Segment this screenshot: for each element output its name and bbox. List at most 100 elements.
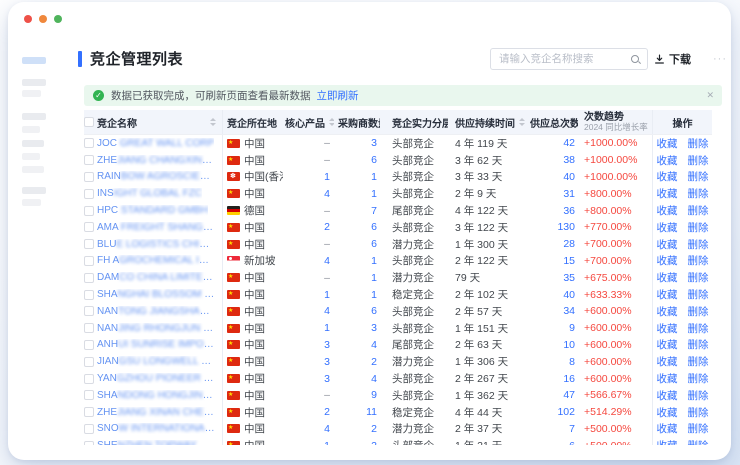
buyers-count-link[interactable]: 1	[334, 185, 380, 202]
sidebar-active-item[interactable]	[22, 57, 46, 64]
sidebar-placeholder-item[interactable]	[22, 90, 41, 97]
supply-total-link[interactable]: 47	[528, 387, 578, 404]
favorite-link[interactable]: 收藏	[652, 337, 683, 352]
company-name-link[interactable]: JIANGSU LONGWELL CHEMICAL ...	[97, 356, 215, 367]
delete-link[interactable]: 删除	[683, 405, 713, 420]
company-name-link[interactable]: RAINBOW AGROSCIENCES TE CO ...	[97, 171, 215, 182]
delete-link[interactable]: 删除	[683, 220, 713, 235]
alert-close-icon[interactable]	[706, 90, 714, 101]
company-name-link[interactable]: ANHUI SUNRISE IMPORT AND EXP...	[97, 339, 215, 350]
row-checkbox[interactable]	[84, 189, 94, 199]
delete-link[interactable]: 删除	[683, 253, 713, 268]
delete-link[interactable]: 删除	[683, 136, 713, 151]
row-checkbox[interactable]	[84, 206, 94, 216]
supply-total-link[interactable]: 38	[528, 152, 578, 169]
buyers-count-link[interactable]: 1	[334, 269, 380, 286]
delete-link[interactable]: 删除	[683, 270, 713, 285]
delete-link[interactable]: 删除	[683, 237, 713, 252]
favorite-link[interactable]: 收藏	[652, 169, 683, 184]
core-products-count[interactable]: 1	[283, 320, 334, 337]
search-input[interactable]	[499, 53, 630, 65]
company-name-link[interactable]: NANTONG JIANGSHAN AGROCHE...	[97, 306, 215, 317]
delete-link[interactable]: 删除	[683, 203, 713, 218]
company-name-link[interactable]: SHANDONG HONGJING LOGITSTI...	[97, 390, 215, 401]
company-name-link[interactable]: ZHEJIANG CHANGXING ZHENGSH...	[97, 155, 215, 166]
company-name-link[interactable]: BLUE LOGISTICS CHINA CO LTD	[97, 239, 215, 250]
sidebar-placeholder-item[interactable]	[22, 126, 40, 133]
core-products-count[interactable]: 1	[283, 437, 334, 445]
row-checkbox[interactable]	[84, 138, 94, 148]
row-checkbox[interactable]	[84, 424, 94, 434]
company-name-link[interactable]: JOC GREAT WALL CORP	[97, 138, 214, 149]
favorite-link[interactable]: 收藏	[652, 388, 683, 403]
buyers-count-link[interactable]: 1	[334, 253, 380, 270]
refresh-now-link[interactable]: 立即刷新	[317, 88, 359, 103]
supply-total-link[interactable]: 34	[528, 303, 578, 320]
favorite-link[interactable]: 收藏	[652, 186, 683, 201]
company-name-link[interactable]: HPC STANDARD GMBH	[97, 205, 208, 216]
company-name-link[interactable]: FH AGROCHEMICAL INTERNATION...	[97, 255, 215, 266]
delete-link[interactable]: 删除	[683, 371, 713, 386]
favorite-link[interactable]: 收藏	[652, 304, 683, 319]
core-products-count[interactable]: 3	[283, 337, 334, 354]
row-checkbox[interactable]	[84, 340, 94, 350]
supply-total-link[interactable]: 6	[528, 437, 578, 445]
supply-total-link[interactable]: 16	[528, 370, 578, 387]
row-checkbox[interactable]	[84, 357, 94, 367]
row-checkbox[interactable]	[84, 306, 94, 316]
delete-link[interactable]: 删除	[683, 186, 713, 201]
delete-link[interactable]: 删除	[683, 287, 713, 302]
buyers-count-link[interactable]: 3	[334, 320, 380, 337]
favorite-link[interactable]: 收藏	[652, 237, 683, 252]
favorite-link[interactable]: 收藏	[652, 321, 683, 336]
sidebar-placeholder-item[interactable]	[22, 153, 40, 160]
supply-total-link[interactable]: 8	[528, 353, 578, 370]
buyers-count-link[interactable]: 7	[334, 202, 380, 219]
sidebar-placeholder-item[interactable]	[22, 166, 44, 173]
favorite-link[interactable]: 收藏	[652, 153, 683, 168]
buyers-count-link[interactable]: 6	[334, 236, 380, 253]
delete-link[interactable]: 删除	[683, 354, 713, 369]
favorite-link[interactable]: 收藏	[652, 438, 683, 445]
buyers-count-link[interactable]: 3	[334, 135, 380, 152]
core-products-count[interactable]: 1	[283, 286, 334, 303]
favorite-link[interactable]: 收藏	[652, 371, 683, 386]
delete-link[interactable]: 删除	[683, 438, 713, 445]
core-products-count[interactable]: 4	[283, 421, 334, 438]
delete-link[interactable]: 删除	[683, 153, 713, 168]
sidebar-placeholder-item[interactable]	[22, 187, 46, 194]
sort-icon[interactable]	[210, 118, 216, 126]
buyers-count-link[interactable]: 6	[334, 152, 380, 169]
supply-total-link[interactable]: 130	[528, 219, 578, 236]
buyers-count-link[interactable]: 6	[334, 303, 380, 320]
buyers-count-link[interactable]: 6	[334, 219, 380, 236]
row-checkbox[interactable]	[84, 172, 94, 182]
delete-link[interactable]: 删除	[683, 388, 713, 403]
buyers-count-link[interactable]: 2	[334, 437, 380, 445]
row-checkbox[interactable]	[84, 239, 94, 249]
download-button[interactable]: 下载	[654, 48, 691, 70]
delete-link[interactable]: 删除	[683, 337, 713, 352]
buyers-count-link[interactable]: 9	[334, 387, 380, 404]
company-name-link[interactable]: INSIGHT GLOBAL FZC	[97, 188, 202, 199]
core-products-count[interactable]: 3	[283, 353, 334, 370]
buyers-count-link[interactable]: 11	[334, 404, 380, 421]
buyers-count-link[interactable]: 4	[334, 337, 380, 354]
favorite-link[interactable]: 收藏	[652, 421, 683, 436]
favorite-link[interactable]: 收藏	[652, 270, 683, 285]
supply-total-link[interactable]: 40	[528, 169, 578, 186]
row-checkbox[interactable]	[84, 222, 94, 232]
favorite-link[interactable]: 收藏	[652, 220, 683, 235]
company-name-link[interactable]: ZHEJIANG XINAN CHEMICAL	[97, 407, 215, 418]
core-products-count[interactable]: 1	[283, 169, 334, 186]
favorite-link[interactable]: 收藏	[652, 287, 683, 302]
favorite-link[interactable]: 收藏	[652, 203, 683, 218]
company-name-link[interactable]: SHANGHAI BLOSSOM INTERNATIO...	[97, 289, 215, 300]
sidebar-placeholder-item[interactable]	[22, 140, 44, 147]
supply-total-link[interactable]: 15	[528, 253, 578, 270]
supply-total-link[interactable]: 40	[528, 286, 578, 303]
core-products-count[interactable]: 2	[283, 404, 334, 421]
supply-total-link[interactable]: 36	[528, 202, 578, 219]
delete-link[interactable]: 删除	[683, 169, 713, 184]
favorite-link[interactable]: 收藏	[652, 253, 683, 268]
